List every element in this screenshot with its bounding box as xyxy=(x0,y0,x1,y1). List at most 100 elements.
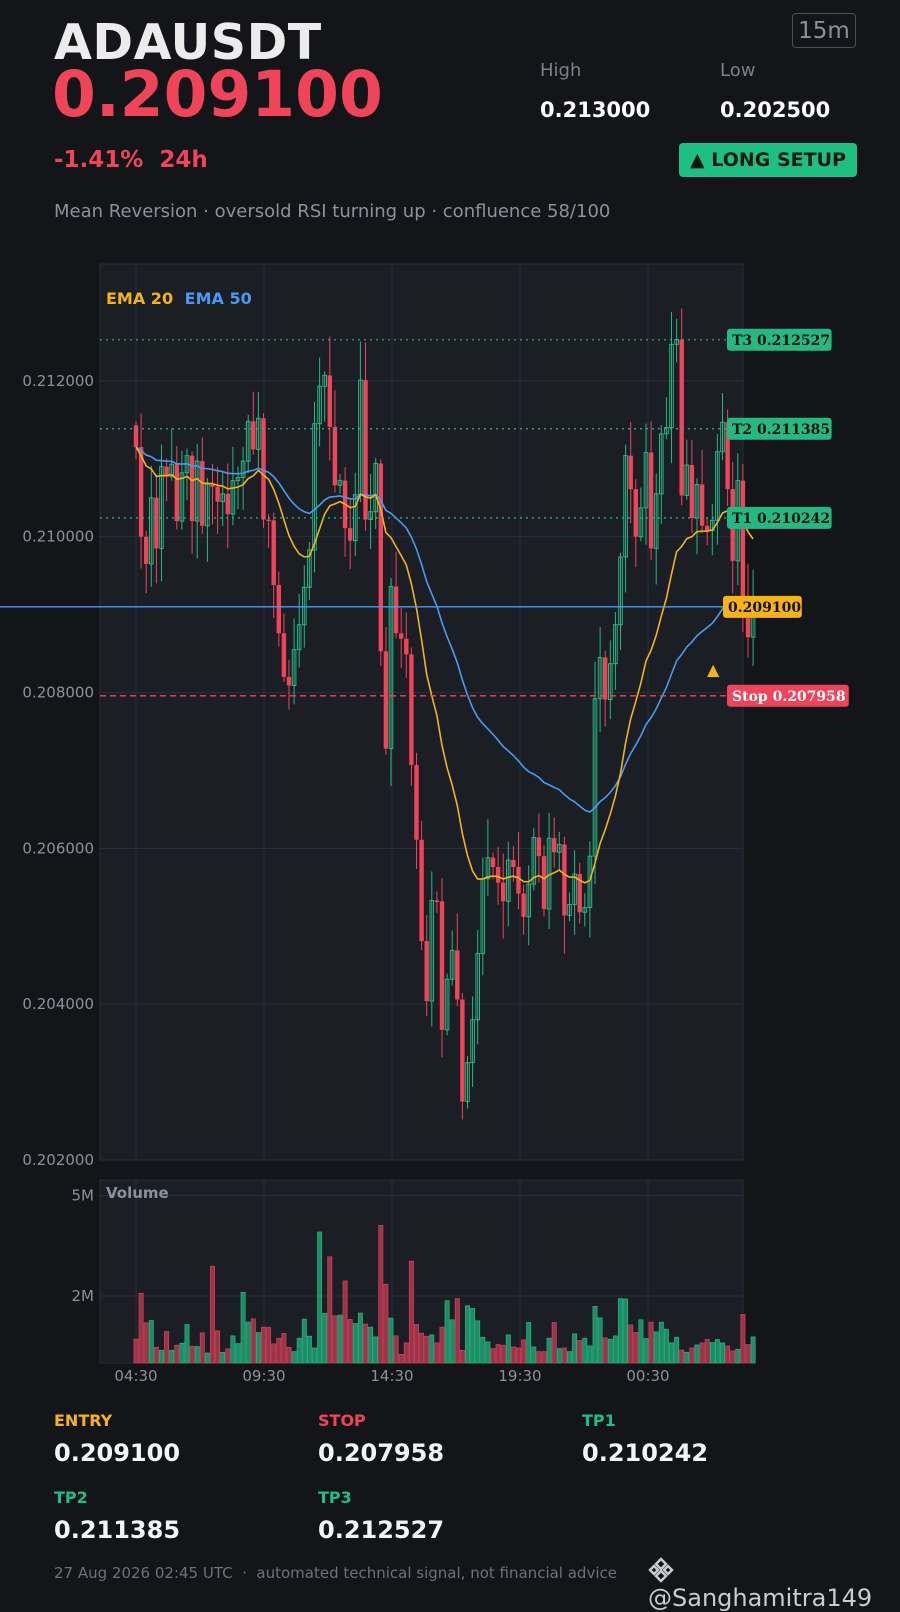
candle-body xyxy=(276,585,281,634)
summary-label-stop: STOP xyxy=(318,1411,366,1430)
summary-value-tp3: 0.212527 xyxy=(318,1516,445,1544)
volume-bar xyxy=(332,1315,338,1364)
x-tick-label: 00:30 xyxy=(626,1367,669,1385)
volume-bar xyxy=(363,1323,368,1364)
volume-bar xyxy=(521,1339,527,1364)
volume-bar xyxy=(194,1346,200,1364)
candle-body xyxy=(705,525,710,531)
volume-bar xyxy=(250,1318,256,1364)
candle xyxy=(419,820,424,950)
volume-bar xyxy=(689,1347,695,1364)
candle-body xyxy=(404,638,409,655)
legend-ema20: EMA 20 xyxy=(106,289,173,308)
volume-bar xyxy=(429,1334,435,1364)
volume-bar xyxy=(159,1349,164,1364)
volume-bar xyxy=(312,1347,317,1364)
volume-bar xyxy=(684,1351,690,1364)
entry-marker-icon: ▲ xyxy=(707,660,720,679)
volume-bar xyxy=(505,1334,511,1364)
volume-bar xyxy=(357,1312,363,1364)
summary-value-tp2: 0.211385 xyxy=(54,1516,181,1544)
candle-body xyxy=(399,633,404,639)
candle-body xyxy=(603,657,608,700)
volume-bar xyxy=(286,1346,292,1364)
candle-body xyxy=(633,489,638,537)
candle-body xyxy=(628,455,633,490)
volume-bar xyxy=(449,1319,455,1364)
candle-body xyxy=(348,528,353,541)
volume-bar xyxy=(735,1348,741,1364)
volume-bar xyxy=(342,1280,348,1364)
volume-bar xyxy=(495,1344,501,1364)
volume-bar xyxy=(750,1336,756,1364)
level-tag: T2 0.211385 xyxy=(732,422,830,438)
candle-body xyxy=(225,493,230,515)
volume-bar xyxy=(725,1345,731,1364)
volume-bar xyxy=(184,1324,190,1364)
volume-bar xyxy=(582,1337,588,1364)
volume-bar xyxy=(327,1256,333,1364)
volume-bar xyxy=(658,1321,664,1364)
volume-bar xyxy=(424,1335,430,1364)
volume-bar xyxy=(669,1342,674,1364)
volume-bar xyxy=(189,1345,195,1364)
candle-body xyxy=(251,421,256,450)
volume-bar xyxy=(368,1326,374,1364)
candle-body xyxy=(740,480,746,603)
volume-bar xyxy=(225,1348,231,1364)
volume-bar xyxy=(623,1298,629,1364)
volume-bar xyxy=(459,1349,465,1364)
candle xyxy=(409,647,414,786)
volume-bar xyxy=(414,1324,419,1364)
candle xyxy=(378,459,383,666)
y-tick-label: 0.202000 xyxy=(22,1151,94,1169)
volume-tick-label: 5M xyxy=(72,1187,95,1205)
volume-bar xyxy=(276,1337,282,1364)
volume-bar xyxy=(561,1347,567,1364)
volume-bar xyxy=(465,1305,470,1364)
volume-bar xyxy=(679,1349,685,1364)
candle-body xyxy=(495,867,501,883)
volume-bar xyxy=(245,1321,251,1364)
volume-bar xyxy=(551,1322,557,1364)
candle-body xyxy=(286,676,292,686)
volume-bar xyxy=(174,1344,180,1364)
volume-bar xyxy=(618,1298,623,1364)
volume-bar xyxy=(475,1320,481,1364)
x-tick-label: 04:30 xyxy=(114,1367,157,1385)
candle-body xyxy=(419,839,424,942)
volume-bar xyxy=(587,1345,593,1364)
volume-bar xyxy=(597,1317,603,1364)
candle-body xyxy=(460,999,465,1102)
candle-body xyxy=(511,860,516,868)
volume-bar xyxy=(526,1322,532,1364)
candle-body xyxy=(536,837,542,857)
candle-body xyxy=(541,856,547,910)
volume-bar xyxy=(648,1321,654,1364)
candle-body xyxy=(679,339,684,496)
volume-bar xyxy=(153,1346,159,1364)
candle-body xyxy=(562,844,567,916)
level-tag: 0.209100 xyxy=(728,600,801,616)
volume-bar xyxy=(653,1331,659,1364)
volume-bar xyxy=(388,1317,394,1364)
volume-bar xyxy=(592,1306,598,1364)
level-tag: T1 0.210242 xyxy=(732,511,830,527)
candle-body xyxy=(699,484,705,526)
level-tag: T3 0.212527 xyxy=(732,333,830,349)
candle-body xyxy=(501,882,506,902)
candle-body xyxy=(281,633,287,677)
volume-bar xyxy=(296,1337,302,1364)
volume-bar xyxy=(480,1336,486,1364)
candle-body xyxy=(552,838,557,853)
summary-label-tp3: TP3 xyxy=(318,1488,352,1507)
volume-bar xyxy=(230,1335,236,1364)
volume-bar xyxy=(740,1314,746,1364)
volume-bar xyxy=(378,1224,384,1364)
volume-bar xyxy=(271,1343,277,1364)
volume-title: Volume xyxy=(106,1184,169,1202)
y-tick-label: 0.206000 xyxy=(22,839,94,857)
volume-bar xyxy=(714,1339,720,1364)
volume-bar xyxy=(261,1326,266,1364)
level-tag: Stop 0.207958 xyxy=(732,689,846,705)
